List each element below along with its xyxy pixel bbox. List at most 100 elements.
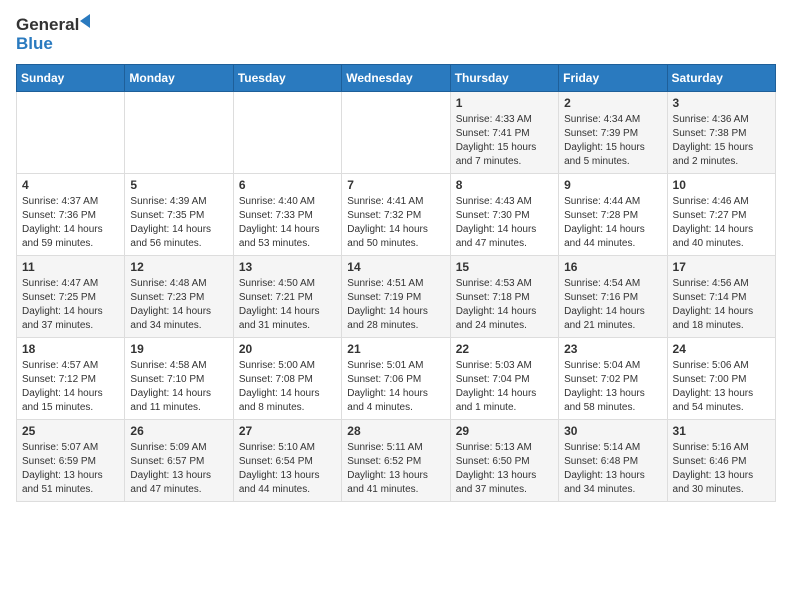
cell-info: Sunrise: 4:53 AMSunset: 7:18 PMDaylight:…	[456, 277, 553, 333]
calendar-cell-w2-d2: 5Sunrise: 4:39 AMSunset: 7:35 PMDaylight…	[125, 173, 233, 255]
day-number: 18	[22, 342, 119, 356]
cell-info: Sunrise: 4:57 AMSunset: 7:12 PMDaylight:…	[22, 359, 119, 415]
calendar-cell-w1-d7: 3 Sunrise: 4:36 AMSunset: 7:38 PMDaylight…	[667, 91, 775, 173]
cell-info: Sunrise: 4:58 AMSunset: 7:10 PMDaylight:…	[130, 359, 227, 415]
day-number: 31	[673, 424, 770, 438]
cell-info: Sunrise: 5:04 AMSunset: 7:02 PMDaylight:…	[564, 359, 661, 415]
week-row-3: 11 Sunrise: 4:47 AMSunset: 7:25 PMDayligh…	[17, 255, 776, 337]
header-day-sunday: Sunday	[17, 64, 125, 91]
calendar-cell-w1-d4	[342, 91, 450, 173]
day-number: 11	[22, 260, 119, 274]
calendar-cell-w1-d2	[125, 91, 233, 173]
cell-info: Sunrise: 4:44 AMSunset: 7:28 PMDaylight:…	[564, 195, 661, 251]
header-day-thursday: Thursday	[450, 64, 558, 91]
cell-info: Sunrise: 4:43 AMSunset: 7:30 PMDaylight:…	[456, 195, 553, 251]
header-day-tuesday: Tuesday	[233, 64, 341, 91]
cell-info: Sunrise: 4:47 AMSunset: 7:25 PMDaylight:…	[22, 277, 119, 333]
day-number: 1	[456, 96, 553, 110]
calendar-cell-w2-d4: 7 Sunrise: 4:41 AMSunset: 7:32 PMDaylight…	[342, 173, 450, 255]
cell-info: Sunrise: 5:00 AMSunset: 7:08 PMDaylight:…	[239, 359, 336, 415]
calendar-cell-w5-d6: 30 Sunrise: 5:14 AMSunset: 6:48 PMDayligh…	[559, 419, 667, 501]
calendar-cell-w4-d1: 18 Sunrise: 4:57 AMSunset: 7:12 PMDayligh…	[17, 337, 125, 419]
day-number: 23	[564, 342, 661, 356]
calendar-cell-w5-d3: 27 Sunrise: 5:10 AMSunset: 6:54 PMDayligh…	[233, 419, 341, 501]
cell-info: Sunrise: 4:56 AMSunset: 7:14 PMDaylight:…	[673, 277, 770, 333]
calendar-cell-w2-d6: 9 Sunrise: 4:44 AMSunset: 7:28 PMDaylight…	[559, 173, 667, 255]
calendar-cell-w1-d3	[233, 91, 341, 173]
header-row: SundayMondayTuesdayWednesdayThursdayFrid…	[17, 64, 776, 91]
day-number: 24	[673, 342, 770, 356]
calendar-cell-w4-d4: 21 Sunrise: 5:01 AMSunset: 7:06 PMDayligh…	[342, 337, 450, 419]
cell-info: Sunrise: 5:16 AMSunset: 6:46 PMDaylight:…	[673, 441, 770, 497]
cell-info: Sunrise: 4:34 AMSunset: 7:39 PMDaylight:…	[564, 113, 661, 169]
header-day-saturday: Saturday	[667, 64, 775, 91]
day-number: 6	[239, 178, 336, 192]
header-day-friday: Friday	[559, 64, 667, 91]
day-number: 15	[456, 260, 553, 274]
day-number: 21	[347, 342, 444, 356]
calendar-cell-w5-d1: 25 Sunrise: 5:07 AMSunset: 6:59 PMDayligh…	[17, 419, 125, 501]
week-row-2: 4Sunrise: 4:37 AMSunset: 7:36 PMDaylight…	[17, 173, 776, 255]
day-number: 12	[130, 260, 227, 274]
calendar-cell-w4-d6: 23 Sunrise: 5:04 AMSunset: 7:02 PMDayligh…	[559, 337, 667, 419]
calendar-cell-w2-d3: 6 Sunrise: 4:40 AMSunset: 7:33 PMDaylight…	[233, 173, 341, 255]
calendar-cell-w2-d1: 4Sunrise: 4:37 AMSunset: 7:36 PMDaylight…	[17, 173, 125, 255]
day-number: 2	[564, 96, 661, 110]
calendar-cell-w4-d2: 19 Sunrise: 4:58 AMSunset: 7:10 PMDayligh…	[125, 337, 233, 419]
day-number: 22	[456, 342, 553, 356]
cell-info: Sunrise: 4:40 AMSunset: 7:33 PMDaylight:…	[239, 195, 336, 251]
calendar-cell-w5-d5: 29 Sunrise: 5:13 AMSunset: 6:50 PMDayligh…	[450, 419, 558, 501]
cell-info: Sunrise: 5:01 AMSunset: 7:06 PMDaylight:…	[347, 359, 444, 415]
calendar-cell-w1-d5: 1 Sunrise: 4:33 AMSunset: 7:41 PMDaylight…	[450, 91, 558, 173]
calendar-table: SundayMondayTuesdayWednesdayThursdayFrid…	[16, 64, 776, 502]
logo-blue-text: Blue	[16, 35, 53, 52]
cell-info: Sunrise: 5:07 AMSunset: 6:59 PMDaylight:…	[22, 441, 119, 497]
day-number: 29	[456, 424, 553, 438]
day-number: 28	[347, 424, 444, 438]
header: General Blue	[16, 16, 776, 52]
day-number: 26	[130, 424, 227, 438]
calendar-cell-w1-d6: 2 Sunrise: 4:34 AMSunset: 7:39 PMDaylight…	[559, 91, 667, 173]
cell-info: Sunrise: 5:13 AMSunset: 6:50 PMDaylight:…	[456, 441, 553, 497]
calendar-cell-w3-d7: 17 Sunrise: 4:56 AMSunset: 7:14 PMDayligh…	[667, 255, 775, 337]
day-number: 3	[673, 96, 770, 110]
day-number: 4	[22, 178, 119, 192]
calendar-cell-w3-d2: 12Sunrise: 4:48 AMSunset: 7:23 PMDayligh…	[125, 255, 233, 337]
cell-info: Sunrise: 4:50 AMSunset: 7:21 PMDaylight:…	[239, 277, 336, 333]
calendar-cell-w4-d3: 20Sunrise: 5:00 AMSunset: 7:08 PMDayligh…	[233, 337, 341, 419]
cell-info: Sunrise: 4:46 AMSunset: 7:27 PMDaylight:…	[673, 195, 770, 251]
calendar-cell-w3-d5: 15 Sunrise: 4:53 AMSunset: 7:18 PMDayligh…	[450, 255, 558, 337]
cell-info: Sunrise: 4:36 AMSunset: 7:38 PMDaylight:…	[673, 113, 770, 169]
header-day-wednesday: Wednesday	[342, 64, 450, 91]
day-number: 16	[564, 260, 661, 274]
day-number: 19	[130, 342, 227, 356]
week-row-4: 18 Sunrise: 4:57 AMSunset: 7:12 PMDayligh…	[17, 337, 776, 419]
cell-info: Sunrise: 4:41 AMSunset: 7:32 PMDaylight:…	[347, 195, 444, 251]
day-number: 27	[239, 424, 336, 438]
calendar-cell-w3-d1: 11 Sunrise: 4:47 AMSunset: 7:25 PMDayligh…	[17, 255, 125, 337]
day-number: 25	[22, 424, 119, 438]
calendar-cell-w5-d7: 31 Sunrise: 5:16 AMSunset: 6:46 PMDayligh…	[667, 419, 775, 501]
logo-general-text: General	[16, 16, 79, 35]
day-number: 9	[564, 178, 661, 192]
cell-info: Sunrise: 4:33 AMSunset: 7:41 PMDaylight:…	[456, 113, 553, 169]
day-number: 7	[347, 178, 444, 192]
cell-info: Sunrise: 4:54 AMSunset: 7:16 PMDaylight:…	[564, 277, 661, 333]
day-number: 17	[673, 260, 770, 274]
day-number: 14	[347, 260, 444, 274]
calendar-cell-w5-d2: 26 Sunrise: 5:09 AMSunset: 6:57 PMDayligh…	[125, 419, 233, 501]
day-number: 30	[564, 424, 661, 438]
cell-info: Sunrise: 5:09 AMSunset: 6:57 PMDaylight:…	[130, 441, 227, 497]
day-number: 5	[130, 178, 227, 192]
calendar-cell-w3-d4: 14 Sunrise: 4:51 AMSunset: 7:19 PMDayligh…	[342, 255, 450, 337]
calendar-cell-w3-d3: 13Sunrise: 4:50 AMSunset: 7:21 PMDayligh…	[233, 255, 341, 337]
calendar-cell-w2-d5: 8 Sunrise: 4:43 AMSunset: 7:30 PMDaylight…	[450, 173, 558, 255]
cell-info: Sunrise: 4:51 AMSunset: 7:19 PMDaylight:…	[347, 277, 444, 333]
week-row-5: 25 Sunrise: 5:07 AMSunset: 6:59 PMDayligh…	[17, 419, 776, 501]
cell-info: Sunrise: 5:10 AMSunset: 6:54 PMDaylight:…	[239, 441, 336, 497]
day-number: 10	[673, 178, 770, 192]
logo: General Blue	[16, 16, 98, 52]
calendar-cell-w5-d4: 28Sunrise: 5:11 AMSunset: 6:52 PMDayligh…	[342, 419, 450, 501]
cell-info: Sunrise: 5:14 AMSunset: 6:48 PMDaylight:…	[564, 441, 661, 497]
day-number: 8	[456, 178, 553, 192]
